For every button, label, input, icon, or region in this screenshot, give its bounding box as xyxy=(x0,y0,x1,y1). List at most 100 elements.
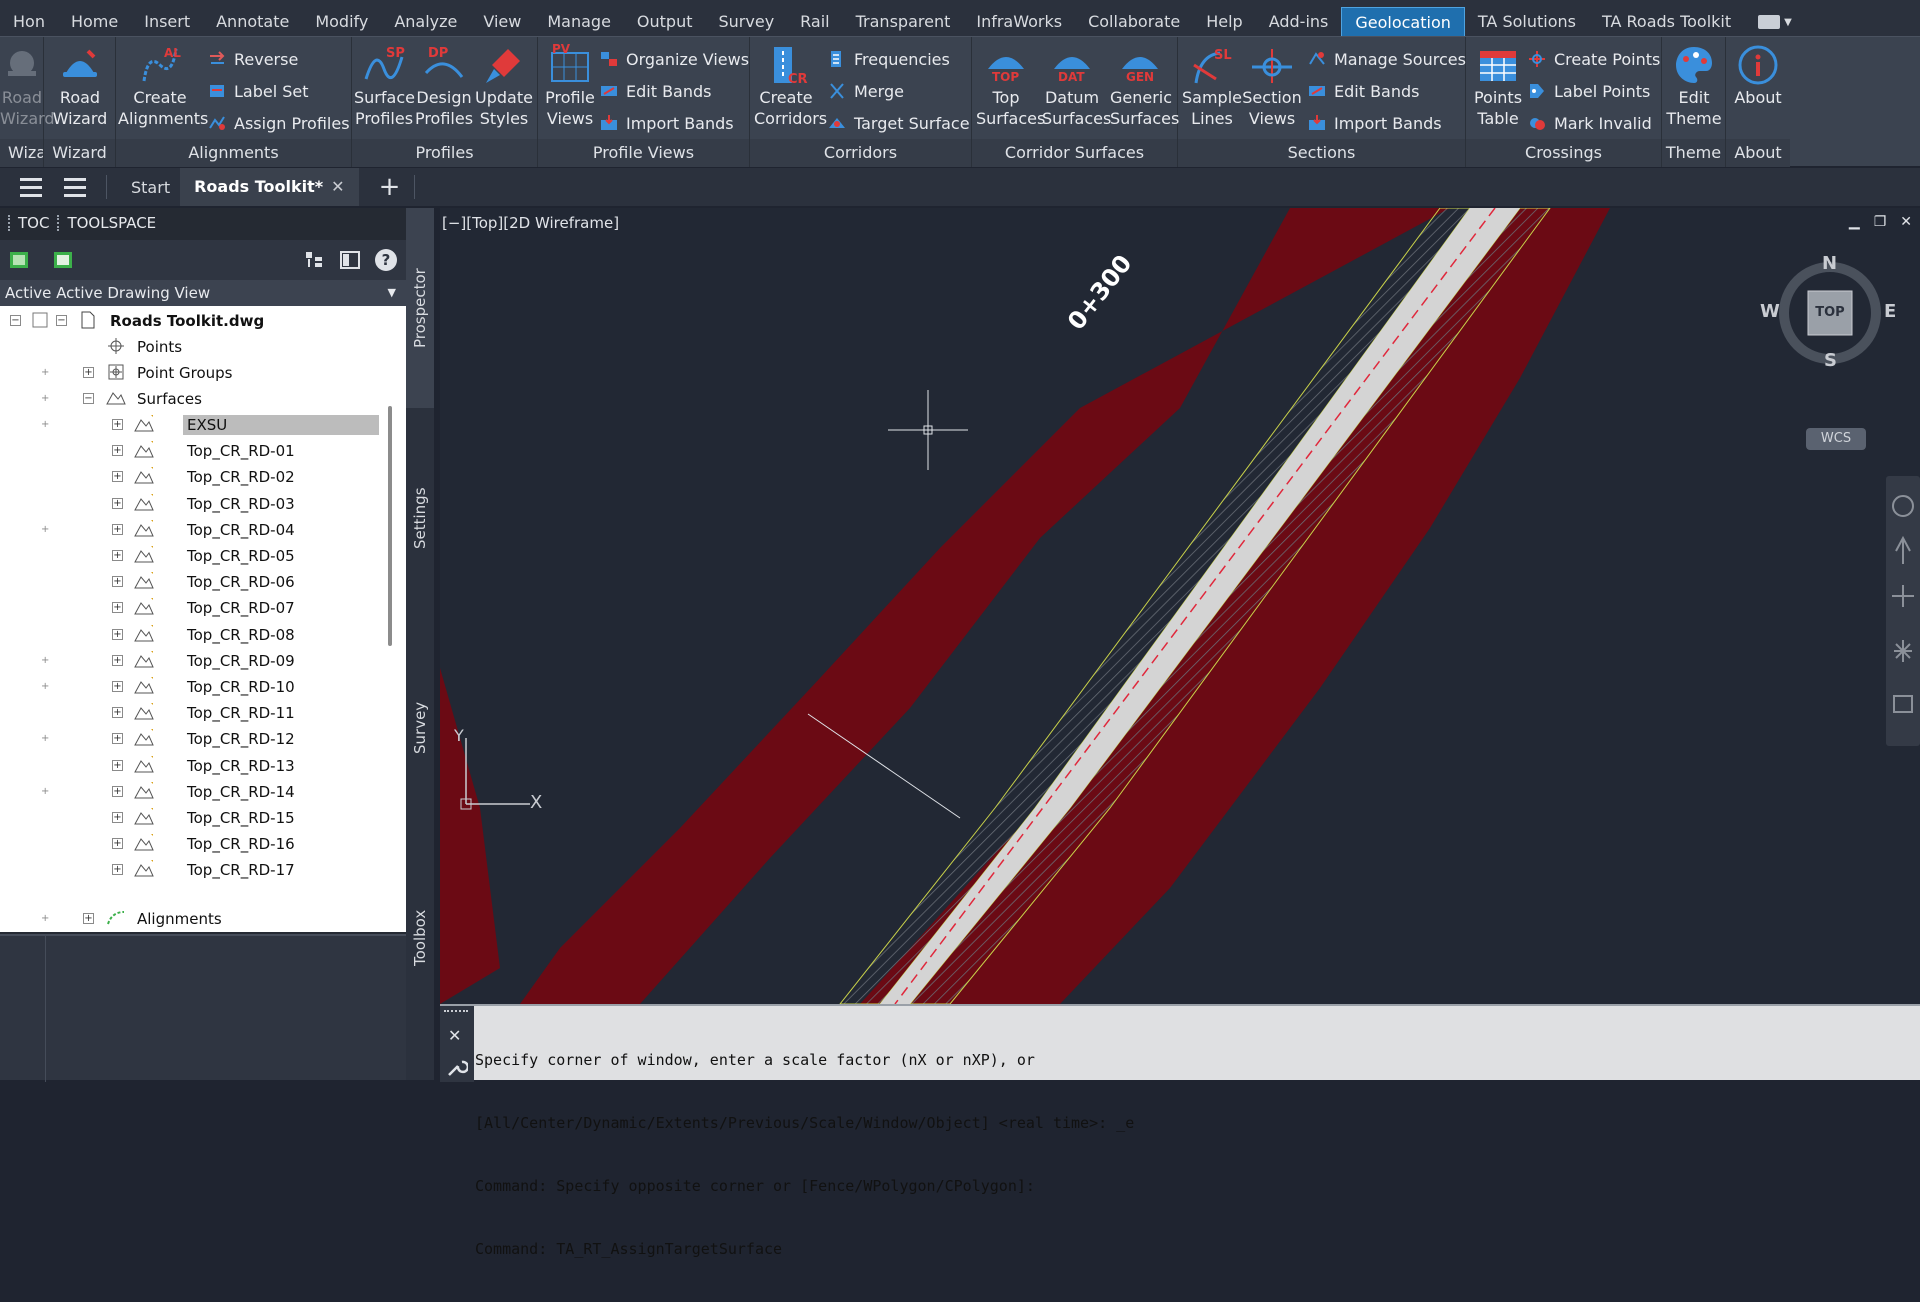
grip-icon[interactable] xyxy=(8,215,12,231)
expand-icon[interactable]: + xyxy=(112,628,123,640)
expand-icon[interactable]: + xyxy=(112,707,123,719)
expand-icon[interactable]: + xyxy=(112,733,123,745)
tree-node-surface[interactable]: + Top_CR_RD-06 xyxy=(0,569,390,595)
tree-node-surface[interactable]: + Top_CR_RD-03 xyxy=(0,491,390,517)
tree-node-surfaces[interactable]: + − Surfaces xyxy=(0,386,390,412)
wcs-menu[interactable]: WCS xyxy=(1806,428,1866,450)
tab-modify[interactable]: Modify xyxy=(302,7,381,37)
tree-node-point-groups[interactable]: + + Point Groups xyxy=(0,360,390,386)
side-tab-toolbox[interactable]: Toolbox xyxy=(406,838,434,1038)
tab-annotate[interactable]: Annotate xyxy=(203,7,302,37)
file-tabs-menu-icon[interactable] xyxy=(58,168,92,206)
expand-icon[interactable]: + xyxy=(112,759,123,771)
tree-node-surface[interactable]: + Top_CR_RD-02 xyxy=(0,464,390,490)
expand-icon[interactable]: + xyxy=(112,785,123,797)
expand-icon[interactable]: + xyxy=(112,471,123,483)
help-icon[interactable]: ? xyxy=(375,249,397,271)
tab-transparent[interactable]: Transparent xyxy=(843,7,964,37)
datum-surfaces-button[interactable]: DAT Datum Surfaces xyxy=(1042,43,1111,139)
edit-theme-button[interactable]: Edit Theme xyxy=(1664,43,1724,139)
tree-node-surface[interactable]: + + Top_CR_RD-12 xyxy=(0,726,390,752)
tab-geolocation[interactable]: Geolocation xyxy=(1341,7,1465,37)
expand-icon-outer[interactable]: + xyxy=(41,734,50,744)
expand-icon[interactable]: + xyxy=(112,497,123,509)
expand-icon[interactable]: + xyxy=(112,654,123,666)
expand-icon-outer[interactable]: + xyxy=(41,914,50,924)
viewcube[interactable]: N S E W TOP xyxy=(1760,253,1900,373)
new-tab-icon[interactable]: + xyxy=(379,172,401,202)
tab-home[interactable]: Home xyxy=(58,7,131,37)
grip-icon-2[interactable] xyxy=(57,215,61,231)
tree-node-surface[interactable]: + + Top_CR_RD-04 xyxy=(0,517,390,543)
tab-help[interactable]: Help xyxy=(1193,7,1255,37)
tab-add-ins[interactable]: Add-ins xyxy=(1256,7,1342,37)
tab-manage[interactable]: Manage xyxy=(534,7,624,37)
expand-icon[interactable]: + xyxy=(83,367,94,378)
tree-node-drawing[interactable]: − − Roads Toolkit.dwg xyxy=(0,308,390,334)
profile-views-button[interactable]: PV Profile Views xyxy=(540,42,600,139)
target-surface-button[interactable]: Target Surface xyxy=(828,109,970,137)
expand-icon[interactable]: + xyxy=(83,913,94,924)
tree-node-surface[interactable]: + Top_CR_RD-08 xyxy=(0,622,390,648)
tab-ta-solutions[interactable]: TA Solutions xyxy=(1465,7,1589,37)
create-alignments-button[interactable]: AL Create Alignments xyxy=(118,43,208,139)
toolspace-title-bar[interactable]: TOC TOOLSPACE xyxy=(0,208,406,238)
application-menu-icon[interactable] xyxy=(14,168,48,206)
expand-icon[interactable]: + xyxy=(112,523,123,535)
side-tab-prospector[interactable]: Prospector xyxy=(406,208,434,408)
expand-icon[interactable]: + xyxy=(112,681,123,692)
tree-node-surface[interactable]: + Top_CR_RD-17 xyxy=(0,857,390,883)
tree-node-surface[interactable]: + Top_CR_RD-16 xyxy=(0,831,390,857)
tree-node-surface[interactable]: + + Top_CR_RD-10 xyxy=(0,674,390,700)
tab-infraworks[interactable]: InfraWorks xyxy=(963,7,1075,37)
tab-home-cut[interactable]: Hon xyxy=(0,7,58,37)
compass-e[interactable]: E xyxy=(1884,301,1896,322)
start-tab[interactable]: Start xyxy=(121,178,180,197)
edit-bands-button[interactable]: Edit Bands xyxy=(600,77,711,105)
expand-icon[interactable]: + xyxy=(112,550,123,561)
viewcube-top-face[interactable]: TOP xyxy=(1808,305,1852,320)
expand-icon-outer[interactable]: + xyxy=(41,420,50,430)
merge-button[interactable]: Merge xyxy=(828,77,904,105)
item-view-icon[interactable] xyxy=(303,249,325,271)
expand-icon-outer[interactable]: + xyxy=(41,655,50,665)
tree-node-surface[interactable]: + Top_CR_RD-07 xyxy=(0,595,390,621)
road-wizard-button[interactable]: Road Wizard xyxy=(50,43,110,139)
expand-icon-outer[interactable]: + xyxy=(41,394,50,404)
side-tab-settings[interactable]: Settings xyxy=(406,418,434,618)
assign-profiles-button[interactable]: Assign Profiles xyxy=(208,109,350,137)
about-button[interactable]: About xyxy=(1728,43,1788,139)
tab-collaborate[interactable]: Collaborate xyxy=(1075,7,1193,37)
update-styles-button[interactable]: Update Styles xyxy=(474,43,534,139)
tree-node-surface[interactable]: + + Top_CR_RD-09 xyxy=(0,648,390,674)
tab-rail[interactable]: Rail xyxy=(787,7,842,37)
tab-view[interactable]: View xyxy=(470,7,534,37)
drawing-viewport[interactable]: 0+300 Y X [−][Top][2D Wireframe] ▁ ❐ ✕ N… xyxy=(440,208,1920,1004)
expand-icon-outer[interactable]: + xyxy=(41,524,50,534)
label-set-button[interactable]: Label Set xyxy=(208,77,309,105)
grip-icon[interactable] xyxy=(444,1010,468,1016)
close-command-line-icon[interactable]: ✕ xyxy=(448,1026,461,1045)
collapse-icon[interactable]: − xyxy=(83,393,94,404)
compass-w[interactable]: W xyxy=(1760,301,1780,322)
import-bands-button[interactable]: Import Bands xyxy=(600,109,734,137)
tree-node-surface[interactable]: + Top_CR_RD-13 xyxy=(0,753,390,779)
section-import-bands-button[interactable]: Import Bands xyxy=(1308,109,1442,137)
reverse-button[interactable]: Reverse xyxy=(208,45,298,73)
tab-ta-roads-toolkit[interactable]: TA Roads Toolkit xyxy=(1589,7,1744,37)
expand-icon-outer[interactable]: + xyxy=(41,682,50,692)
collapse-icon[interactable]: − xyxy=(10,315,21,326)
tab-insert[interactable]: Insert xyxy=(131,7,203,37)
drawing-tab-roads-toolkit[interactable]: Roads Toolkit* ✕ xyxy=(180,168,359,206)
expand-icon[interactable]: + xyxy=(112,419,123,430)
create-points-button[interactable]: Create Points xyxy=(1528,45,1660,73)
expand-icon[interactable]: + xyxy=(112,576,123,588)
navigation-bar[interactable] xyxy=(1886,476,1920,746)
manage-sources-button[interactable]: Manage Sources xyxy=(1308,45,1466,73)
frequencies-button[interactable]: Frequencies xyxy=(828,45,950,73)
toggle-item-view-icon[interactable] xyxy=(339,249,361,271)
tree-scrollbar[interactable] xyxy=(388,406,392,646)
expand-icon-outer[interactable]: + xyxy=(41,368,50,378)
close-tab-icon[interactable]: ✕ xyxy=(331,177,344,196)
customize-wrench-icon[interactable] xyxy=(446,1056,468,1078)
